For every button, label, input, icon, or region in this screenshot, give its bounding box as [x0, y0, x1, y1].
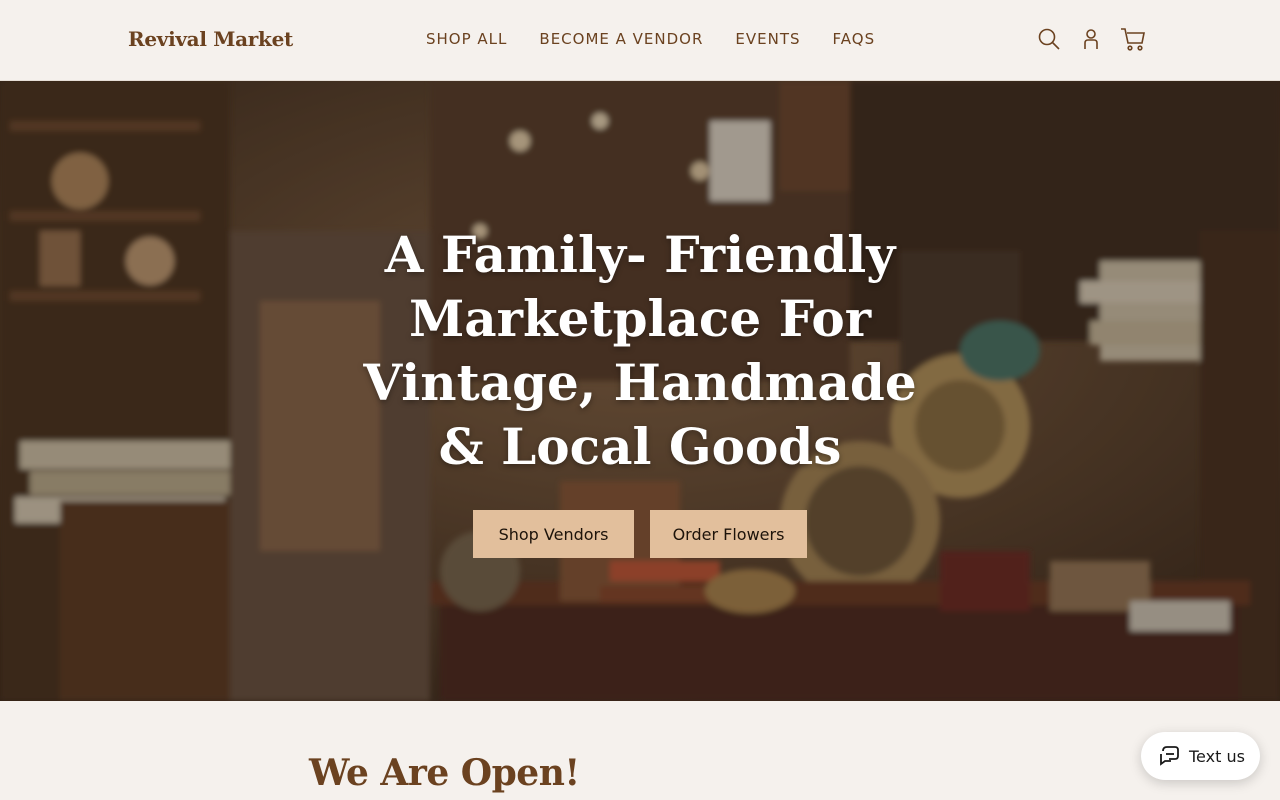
- nav-become-a-vendor[interactable]: BECOME A VENDOR: [539, 30, 703, 48]
- order-flowers-button[interactable]: Order Flowers: [650, 510, 807, 558]
- hero-banner: A Family- Friendly Marketplace For Vinta…: [0, 81, 1280, 701]
- header-icons: [1036, 26, 1146, 52]
- site-logo[interactable]: Revival Market: [128, 27, 293, 51]
- account-icon[interactable]: [1078, 26, 1104, 52]
- cart-icon[interactable]: [1120, 26, 1146, 52]
- text-us-button[interactable]: Text us: [1141, 732, 1260, 780]
- main-nav: SHOP ALL BECOME A VENDOR EVENTS FAQS: [426, 30, 875, 48]
- text-us-label: Text us: [1189, 746, 1245, 766]
- nav-faqs[interactable]: FAQS: [833, 30, 876, 48]
- site-header: Revival Market SHOP ALL BECOME A VENDOR …: [0, 0, 1280, 81]
- shop-vendors-button[interactable]: Shop Vendors: [473, 510, 634, 558]
- section-title: We Are Open!: [309, 752, 580, 794]
- nav-events[interactable]: EVENTS: [735, 30, 800, 48]
- hero-title: A Family- Friendly Marketplace For Vinta…: [363, 225, 917, 476]
- search-icon[interactable]: [1036, 26, 1062, 52]
- chat-icon: [1160, 746, 1179, 766]
- nav-shop-all[interactable]: SHOP ALL: [426, 30, 507, 48]
